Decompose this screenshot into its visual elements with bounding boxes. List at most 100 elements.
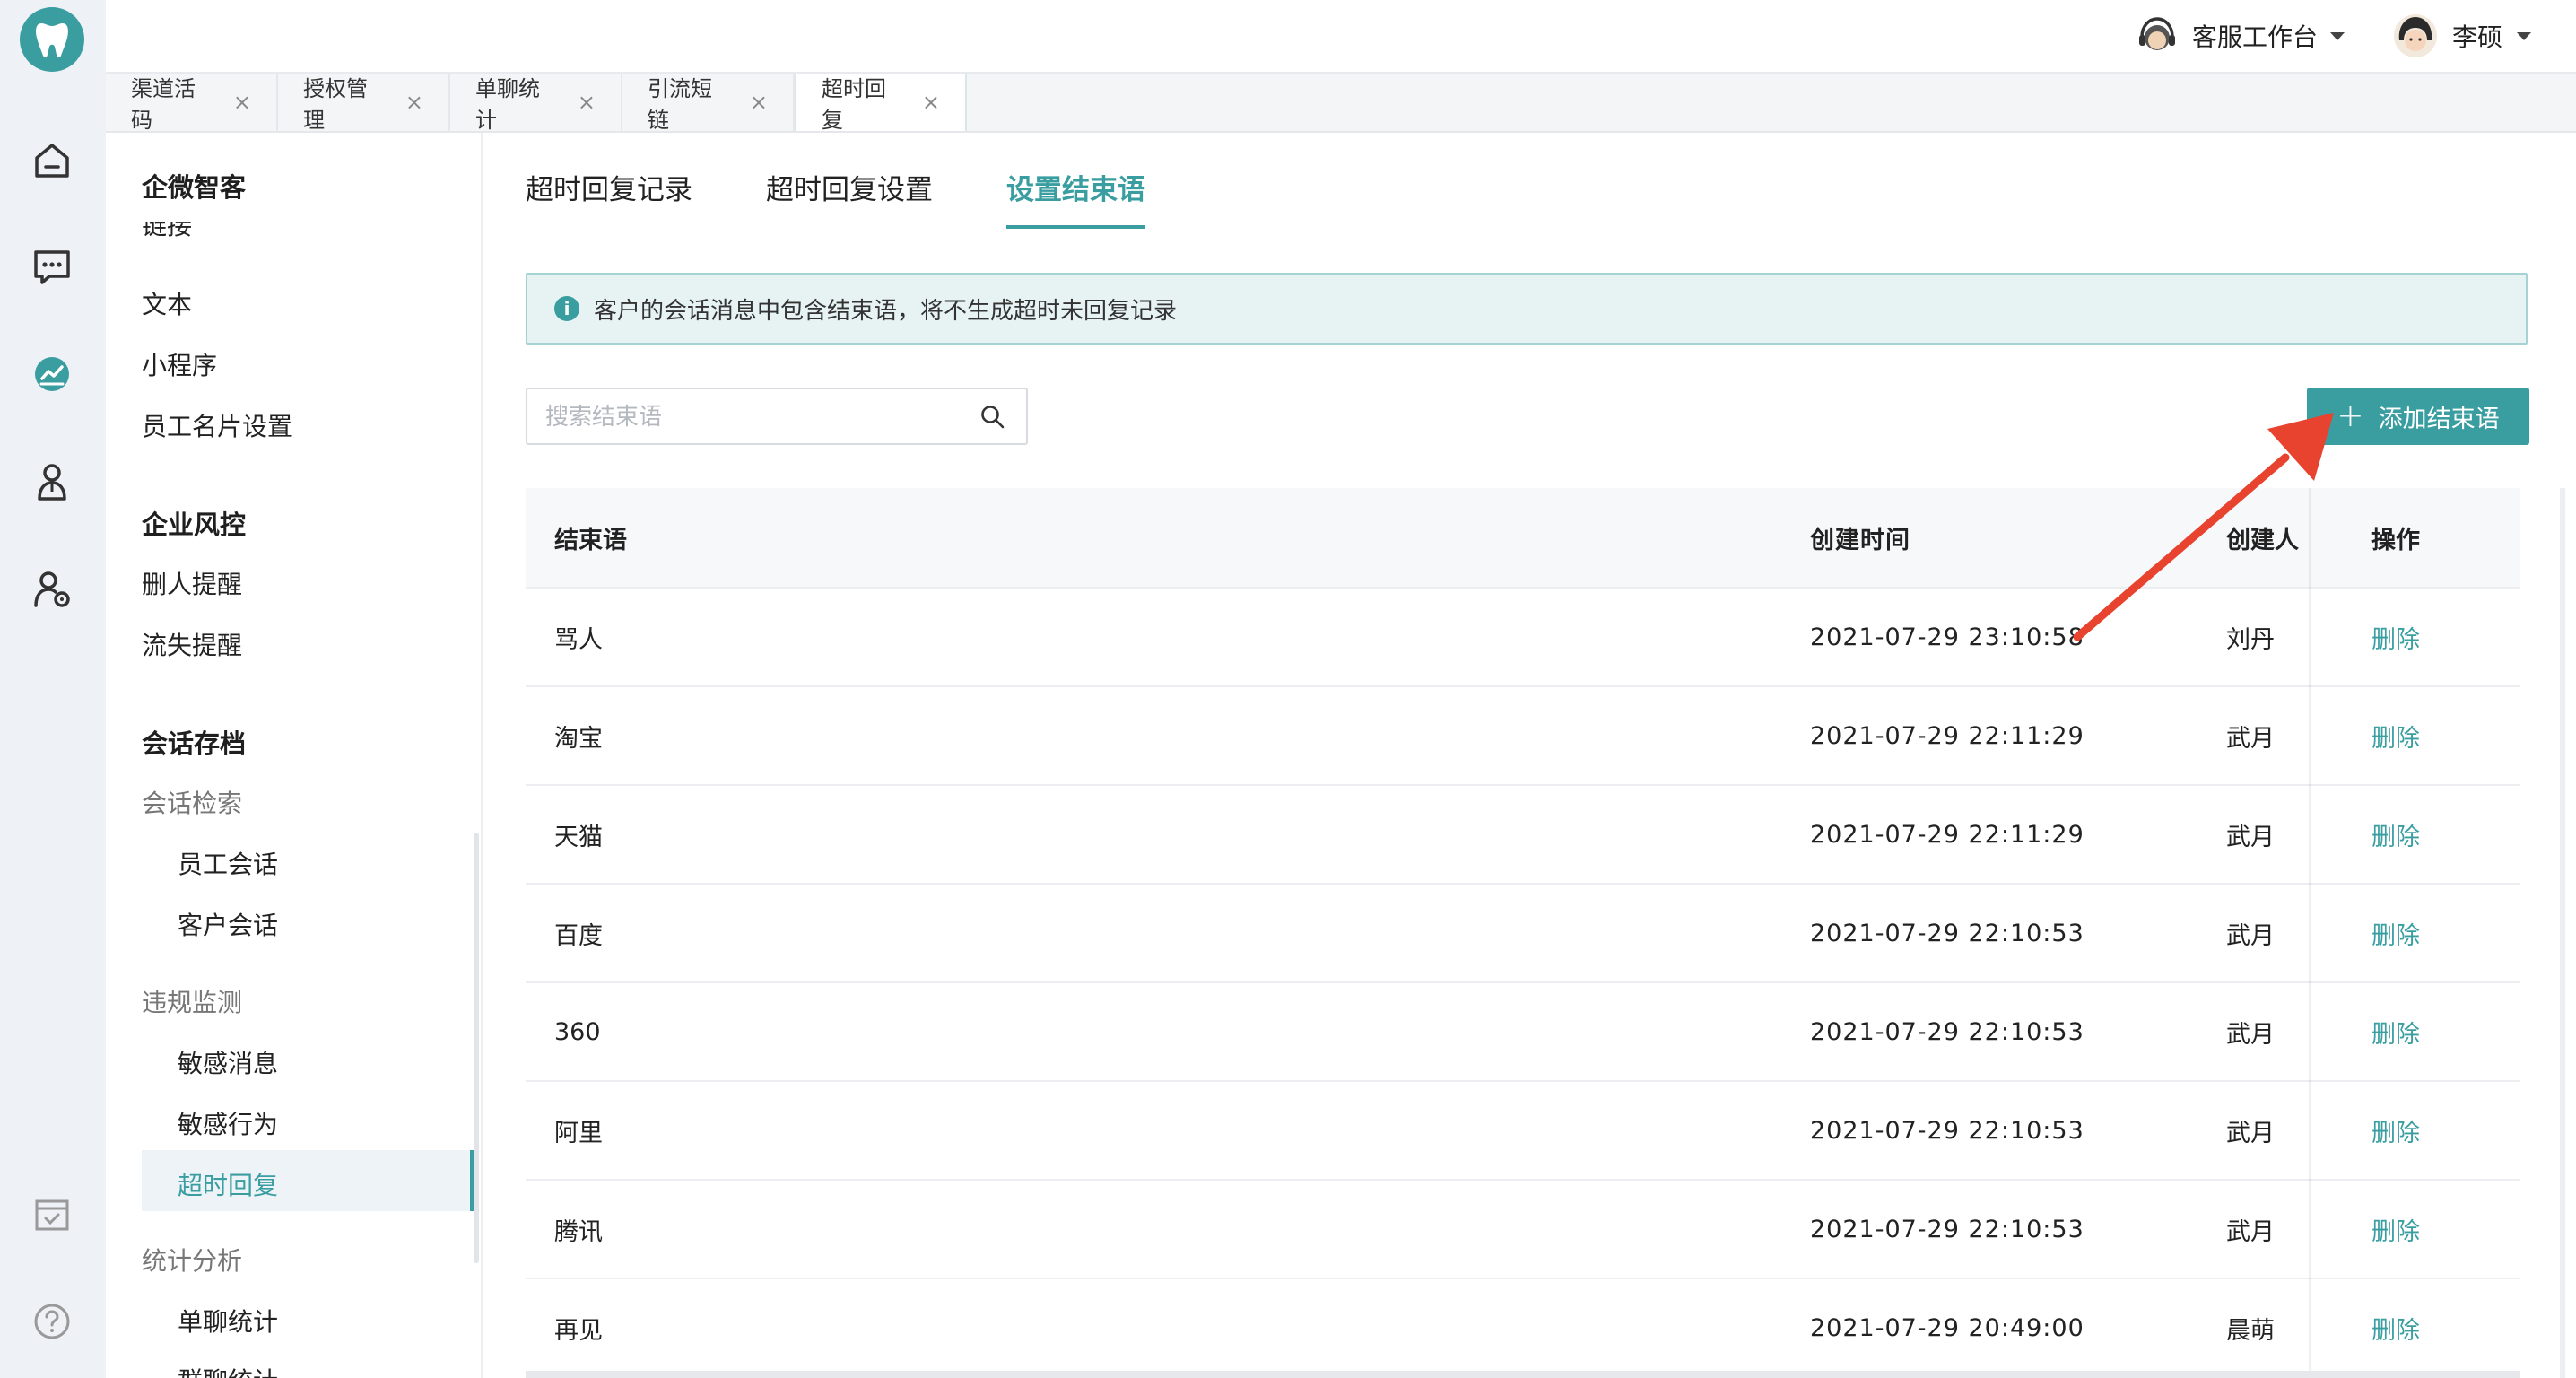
close-icon[interactable]: ×	[578, 90, 596, 115]
sidebar-item-text[interactable]: 文本	[142, 285, 192, 321]
sidebar-item-single-chat-stats[interactable]: 单聊统计	[178, 1303, 278, 1339]
cell-creator: 武月	[2226, 823, 2275, 851]
home-icon[interactable]	[31, 140, 73, 181]
delete-link[interactable]: 删除	[2343, 1311, 2520, 1346]
sidebar-item-delete-alert[interactable]: 删人提醒	[142, 565, 242, 601]
cell-creator: 晨萌	[2226, 1316, 2275, 1345]
header-phrase: 结束语	[554, 526, 627, 554]
sidebar-scrollbar[interactable]	[474, 833, 479, 1263]
cell-creator: 武月	[2226, 921, 2275, 950]
calendar-icon[interactable]	[31, 1193, 73, 1234]
sidebar-item-miniprogram[interactable]: 小程序	[142, 346, 217, 382]
tab-end-phrase-settings[interactable]: 设置结束语	[1006, 167, 1145, 229]
tab-short-link[interactable]: 引流短链 ×	[622, 74, 795, 133]
table-row: 再见 2021-07-29 20:49:00 晨萌 删除	[526, 1279, 2520, 1378]
main-content: 超时回复记录 超时回复设置 设置结束语 i 客户的会话消息中包含结束语，将不生成…	[484, 133, 2576, 1378]
table-row: 骂人 2021-07-29 23:10:58 刘丹 删除	[526, 589, 2520, 687]
user-menu[interactable]: 李硕	[2393, 7, 2532, 65]
table-row: 360 2021-07-29 22:10:53 武月 删除	[526, 983, 2520, 1082]
cell-phrase: 再见	[554, 1316, 603, 1345]
sidebar-item-sensitive-message[interactable]: 敏感消息	[178, 1044, 278, 1080]
sidebar-group-violation[interactable]: 违规监测	[142, 983, 242, 1019]
user-name: 李硕	[2452, 22, 2503, 52]
subtabs: 超时回复记录 超时回复设置 设置结束语	[526, 167, 1145, 229]
delete-link[interactable]: 删除	[2343, 817, 2520, 852]
chevron-down-icon	[2330, 31, 2345, 40]
table-horizontal-scrollbar[interactable]	[526, 1371, 2520, 1378]
cell-creator: 刘丹	[2226, 625, 2275, 654]
delete-link[interactable]: 删除	[2343, 1113, 2520, 1148]
close-icon[interactable]: ×	[405, 90, 423, 115]
table-row: 百度 2021-07-29 22:10:53 武月 删除	[526, 885, 2520, 983]
sidebar-item-group-chat-stats[interactable]: 群聊统计	[178, 1362, 278, 1378]
search-box	[526, 388, 1028, 445]
tab-timeout-records[interactable]: 超时回复记录	[526, 167, 692, 229]
table-header: 结束语 创建时间 创建人 操作	[526, 488, 2520, 589]
tab-label: 授权管理	[303, 76, 368, 133]
icon-rail	[0, 0, 106, 1378]
chat-icon[interactable]	[31, 246, 73, 287]
table-row: 腾讯 2021-07-29 22:10:53 武月 删除	[526, 1181, 2520, 1279]
alert-text: 客户的会话消息中包含结束语，将不生成超时未回复记录	[594, 297, 1178, 325]
sidebar-section-archive: 会话存档	[142, 728, 247, 759]
tab-label: 引流短链	[648, 76, 712, 133]
sidebar-section-risk: 企业风控	[142, 510, 247, 540]
cell-phrase: 骂人	[554, 625, 603, 654]
fixed-column-shadow	[2309, 488, 2312, 1378]
info-alert: i 客户的会话消息中包含结束语，将不生成超时未回复记录	[526, 273, 2528, 344]
sidebar-item-staff-card[interactable]: 员工名片设置	[142, 407, 292, 443]
sidebar-group-search[interactable]: 会话检索	[142, 784, 242, 820]
cell-creator: 武月	[2226, 1217, 2275, 1246]
info-icon: i	[554, 296, 579, 321]
user-settings-icon[interactable]	[31, 569, 73, 610]
close-icon[interactable]: ×	[922, 90, 940, 115]
add-button-label: 添加结束语	[2378, 405, 2500, 433]
plus-icon: +	[2337, 397, 2364, 434]
delete-link[interactable]: 删除	[2343, 1015, 2520, 1050]
sidebar-item-staff-chat[interactable]: 员工会话	[178, 845, 278, 881]
header-created-time: 创建时间	[1810, 526, 1910, 554]
sidebar-item-link[interactable]: 链接	[142, 222, 192, 240]
table-row: 淘宝 2021-07-29 22:11:29 武月 删除	[526, 687, 2520, 786]
tab-timeout-settings[interactable]: 超时回复设置	[766, 167, 933, 229]
search-input[interactable]	[545, 400, 967, 434]
cell-time: 2021-07-29 22:11:29	[1810, 721, 2084, 750]
close-icon[interactable]: ×	[233, 90, 251, 115]
sidebar-item-sensitive-behavior[interactable]: 敏感行为	[178, 1105, 278, 1141]
sidebar-title: 企微智客	[142, 172, 247, 203]
search-icon[interactable]	[979, 404, 1006, 434]
help-icon[interactable]	[31, 1301, 73, 1342]
cell-phrase: 360	[554, 1017, 601, 1046]
close-icon[interactable]: ×	[750, 90, 768, 115]
delete-link[interactable]: 删除	[2343, 1212, 2520, 1247]
analytics-icon[interactable]	[31, 353, 73, 395]
tab-single-chat-stats[interactable]: 单聊统计 ×	[450, 74, 622, 133]
service-workbench-dropdown[interactable]: 客服工作台	[2135, 7, 2345, 65]
sidebar-group-stats[interactable]: 统计分析	[142, 1242, 242, 1278]
sidebar-item-churn-alert[interactable]: 流失提醒	[142, 626, 242, 662]
tooth-logo-icon[interactable]	[20, 7, 84, 72]
delete-link[interactable]: 删除	[2343, 916, 2520, 951]
tab-label: 超时回复	[822, 76, 886, 133]
customer-icon[interactable]	[31, 461, 73, 502]
page-vertical-scrollbar[interactable]	[2560, 488, 2565, 1378]
cell-time: 2021-07-29 22:11:29	[1810, 820, 2084, 849]
tabs-bar: 渠道活码 × 授权管理 × 单聊统计 × 引流短链 × 超时回复 ×	[106, 74, 2576, 133]
cell-phrase: 阿里	[554, 1119, 603, 1147]
tab-label: 单聊统计	[475, 76, 540, 133]
sidebar-item-timeout-reply[interactable]: 超时回复	[178, 1166, 278, 1202]
delete-link[interactable]: 删除	[2343, 620, 2520, 655]
tab-label: 渠道活码	[131, 76, 196, 133]
chevron-down-icon	[2517, 31, 2532, 40]
cell-creator: 武月	[2226, 1020, 2275, 1049]
delete-link[interactable]: 删除	[2343, 719, 2520, 754]
tab-authorization[interactable]: 授权管理 ×	[278, 74, 450, 133]
tab-channel-code[interactable]: 渠道活码 ×	[106, 74, 278, 133]
cell-phrase: 淘宝	[554, 724, 603, 753]
tab-timeout-reply[interactable]: 超时回复 ×	[795, 74, 967, 133]
cell-creator: 武月	[2226, 1119, 2275, 1147]
cell-time: 2021-07-29 23:10:58	[1810, 623, 2084, 651]
secondary-sidebar: 企微智客 链接 文本 小程序 员工名片设置 企业风控 删人提醒 流失提醒 会话存…	[106, 133, 483, 1378]
add-end-phrase-button[interactable]: + 添加结束语	[2307, 388, 2529, 445]
sidebar-item-customer-chat[interactable]: 客户会话	[178, 906, 278, 942]
